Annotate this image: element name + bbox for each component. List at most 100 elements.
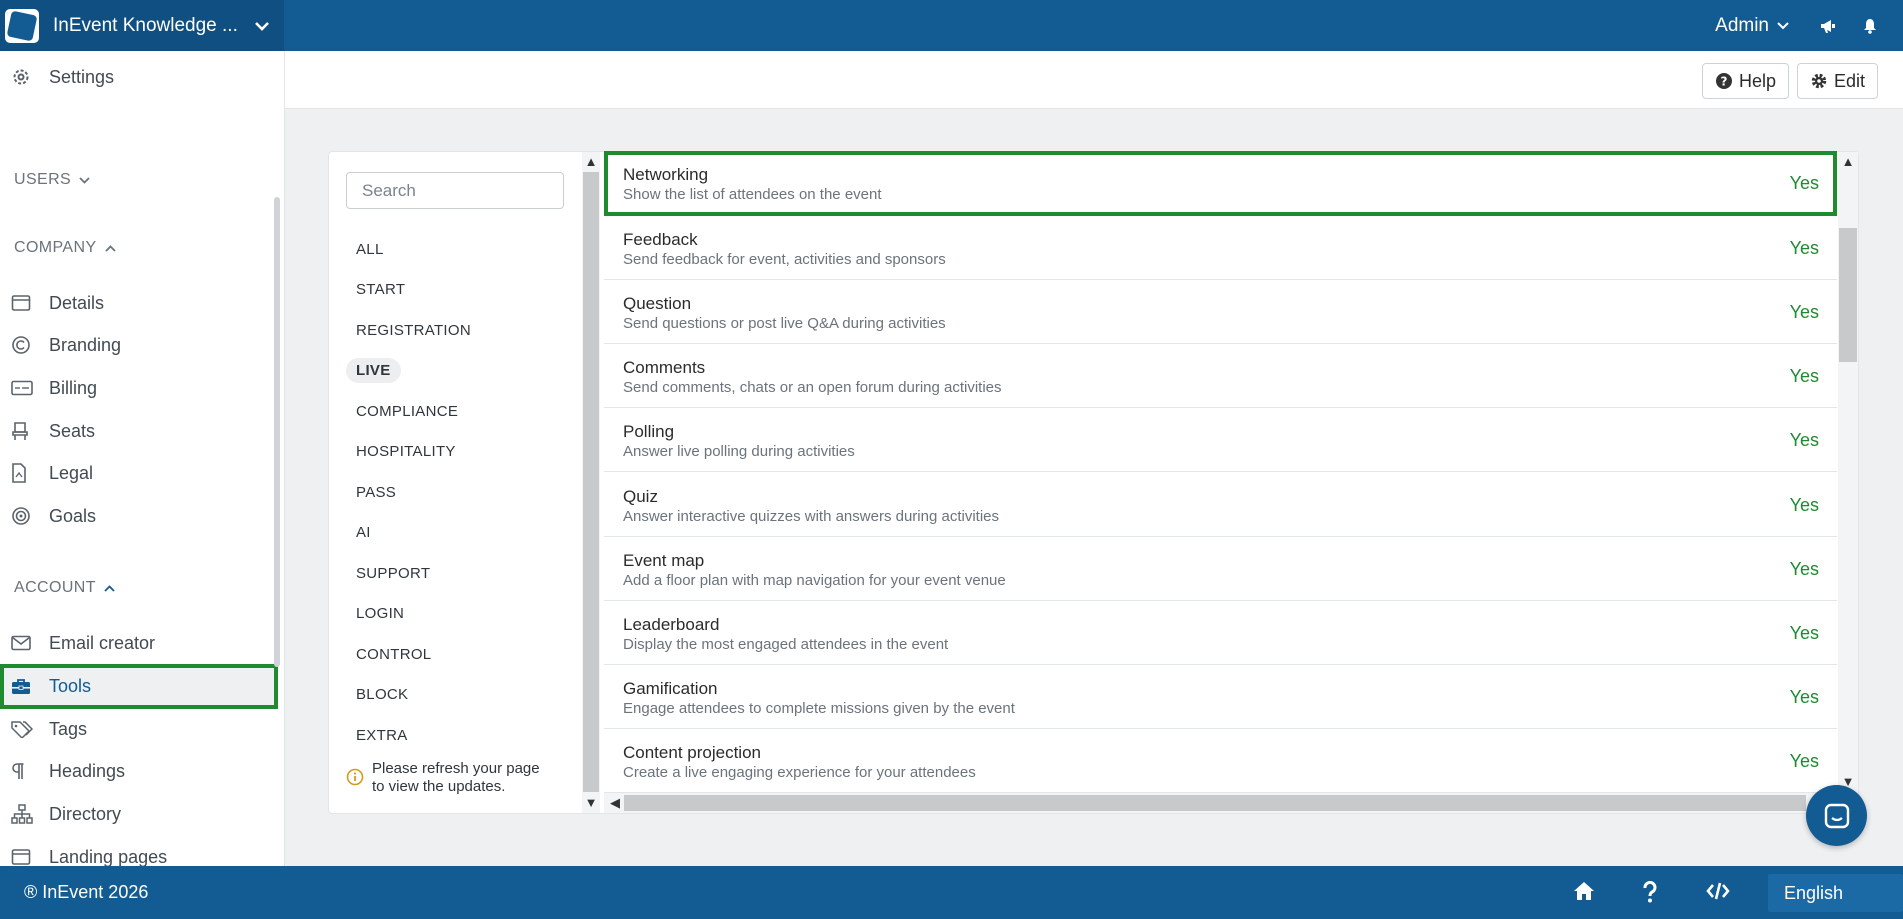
sidebar-item-details[interactable]: Details (0, 282, 278, 324)
category-live[interactable]: LIVE (346, 358, 401, 383)
category-hospitality[interactable]: HOSPITALITY (346, 439, 466, 464)
sidebar-item-label: Details (49, 292, 105, 313)
scroll-up-arrow-icon[interactable]: ▲ (1838, 155, 1858, 168)
user-menu-label: Admin (1715, 14, 1769, 36)
sidebar-item-label: Legal (49, 462, 94, 483)
tool-name: Comments (623, 358, 706, 377)
tool-name: Polling (623, 422, 675, 441)
section-heading: COMPANY (14, 239, 97, 256)
edit-button[interactable]: Edit (1797, 63, 1879, 99)
tools-list-scrollbar-thumb[interactable] (1839, 228, 1857, 362)
footer: ® InEvent 2026 English (0, 866, 1903, 919)
sidebar-item-label: Tools (49, 676, 92, 696)
category-all[interactable]: ALL (346, 237, 394, 262)
tool-value[interactable]: Yes (1790, 366, 1819, 387)
tool-row-quiz[interactable]: Quiz Answer interactive quizzes with ans… (604, 473, 1837, 537)
tools-list-horizontal-scrollbar[interactable]: ◀ (604, 793, 1838, 813)
sidebar-item-legal[interactable]: Legal (0, 452, 278, 494)
question-mark-icon[interactable] (1642, 881, 1658, 903)
tool-name: Question (623, 294, 692, 313)
horizontal-scrollbar-thumb[interactable] (624, 795, 1806, 811)
chevron-up-icon (104, 584, 115, 592)
tool-value[interactable]: Yes (1790, 495, 1819, 516)
tool-value[interactable]: Yes (1790, 302, 1819, 323)
help-button[interactable]: ? Help (1702, 63, 1790, 99)
sidebar-section-account[interactable]: ACCOUNT (14, 579, 115, 597)
category-ai[interactable]: AI (346, 520, 381, 545)
sidebar-item-settings[interactable]: Settings (0, 56, 278, 98)
search-input[interactable] (346, 172, 564, 209)
category-compliance[interactable]: COMPLIANCE (346, 399, 468, 424)
sidebar-scrollbar[interactable] (274, 197, 280, 667)
tool-row-polling[interactable]: Polling Answer live polling during activ… (604, 408, 1837, 472)
sidebar-item-label: Landing pages (49, 846, 168, 867)
sidebar-item-goals[interactable]: Goals (0, 495, 278, 537)
sidebar-item-branding[interactable]: Branding (0, 324, 278, 366)
tool-row-question[interactable]: Question Send questions or post live Q&A… (604, 280, 1837, 344)
gear-icon (1811, 73, 1827, 89)
tool-value[interactable]: Yes (1790, 751, 1819, 772)
bell-icon[interactable] (1863, 18, 1877, 34)
category-start[interactable]: START (346, 277, 415, 302)
tool-description: Send comments, chats or an open forum du… (623, 379, 1002, 396)
sidebar-item-label: Directory (49, 803, 122, 824)
sidebar-item-directory[interactable]: Directory (0, 793, 278, 835)
chevron-down-icon[interactable] (254, 21, 270, 31)
category-pass[interactable]: PASS (346, 480, 406, 505)
category-block[interactable]: BLOCK (346, 682, 418, 707)
tool-row-gamification[interactable]: Gamification Engage attendees to complet… (604, 665, 1837, 729)
tool-value[interactable]: Yes (1790, 238, 1819, 259)
user-menu[interactable]: Admin (1715, 15, 1789, 37)
tool-description: Display the most engaged attendees in th… (623, 636, 949, 653)
code-icon[interactable] (1706, 881, 1730, 901)
tool-value[interactable]: Yes (1790, 173, 1819, 194)
sidebar-item-label: Tags (49, 718, 88, 739)
tool-row-leaderboard[interactable]: Leaderboard Display the most engaged att… (604, 601, 1837, 665)
sidebar-section-users[interactable]: USERS (14, 171, 90, 189)
sidebar-item-landing-pages[interactable]: Landing pages (0, 836, 278, 866)
tool-row-event-map[interactable]: Event map Add a floor plan with map navi… (604, 537, 1837, 601)
question-circle-icon: ? (1716, 73, 1732, 89)
billing-card-icon (11, 380, 37, 396)
tool-value[interactable]: Yes (1790, 430, 1819, 451)
tool-description: Show the list of attendees on the event (623, 186, 882, 203)
tool-row-content-projection[interactable]: Content projection Create a live engagin… (604, 729, 1837, 793)
paragraph-icon (11, 762, 37, 780)
scroll-down-arrow-icon[interactable]: ▼ (582, 796, 600, 809)
category-scrollbar-thumb[interactable] (583, 172, 599, 792)
category-support[interactable]: SUPPORT (346, 561, 440, 586)
sidebar-item-tags[interactable]: Tags (0, 708, 278, 750)
tools-list-scrollbar[interactable]: ▲ ▼ (1838, 152, 1858, 793)
category-scrollbar[interactable]: ▲ ▼ (582, 152, 600, 813)
sidebar-item-email-creator[interactable]: Email creator (0, 622, 278, 664)
brand-switcher[interactable]: InEvent Knowledge ... (0, 0, 284, 51)
tool-row-comments[interactable]: Comments Send comments, chats or an open… (604, 344, 1837, 408)
sitemap-icon (11, 804, 37, 824)
sidebar-item-label: Branding (49, 334, 122, 355)
sidebar-section-company[interactable]: COMPANY (14, 239, 116, 257)
sidebar-item-headings[interactable]: Headings (0, 750, 278, 792)
window-icon (11, 848, 37, 866)
scroll-up-arrow-icon[interactable]: ▲ (582, 155, 600, 168)
sidebar-item-seats[interactable]: Seats (0, 410, 278, 452)
chat-launcher-button[interactable] (1806, 785, 1867, 846)
category-extra[interactable]: EXTRA (346, 723, 418, 748)
language-selector[interactable]: English (1768, 874, 1903, 912)
tool-value[interactable]: Yes (1790, 559, 1819, 580)
copyright-text: ® InEvent 2026 (24, 882, 149, 902)
sidebar-item-label: Goals (49, 505, 97, 526)
sidebar-item-billing[interactable]: Billing (0, 367, 278, 409)
tool-row-feedback[interactable]: Feedback Send feedback for event, activi… (604, 216, 1837, 280)
tool-row-networking[interactable]: Networking Show the list of attendees on… (604, 151, 1837, 216)
legal-document-icon (11, 463, 37, 483)
tool-value[interactable]: Yes (1790, 687, 1819, 708)
sidebar-item-tools[interactable]: Tools (0, 664, 278, 709)
category-registration[interactable]: REGISTRATION (346, 318, 481, 343)
sidebar: Settings USERS COMPANY Details Branding … (0, 51, 285, 866)
tool-value[interactable]: Yes (1790, 623, 1819, 644)
megaphone-icon[interactable] (1819, 18, 1837, 34)
category-control[interactable]: CONTROL (346, 642, 441, 667)
category-login[interactable]: LOGIN (346, 601, 414, 626)
scroll-left-arrow-icon[interactable]: ◀ (606, 796, 624, 809)
home-icon[interactable] (1573, 881, 1595, 901)
